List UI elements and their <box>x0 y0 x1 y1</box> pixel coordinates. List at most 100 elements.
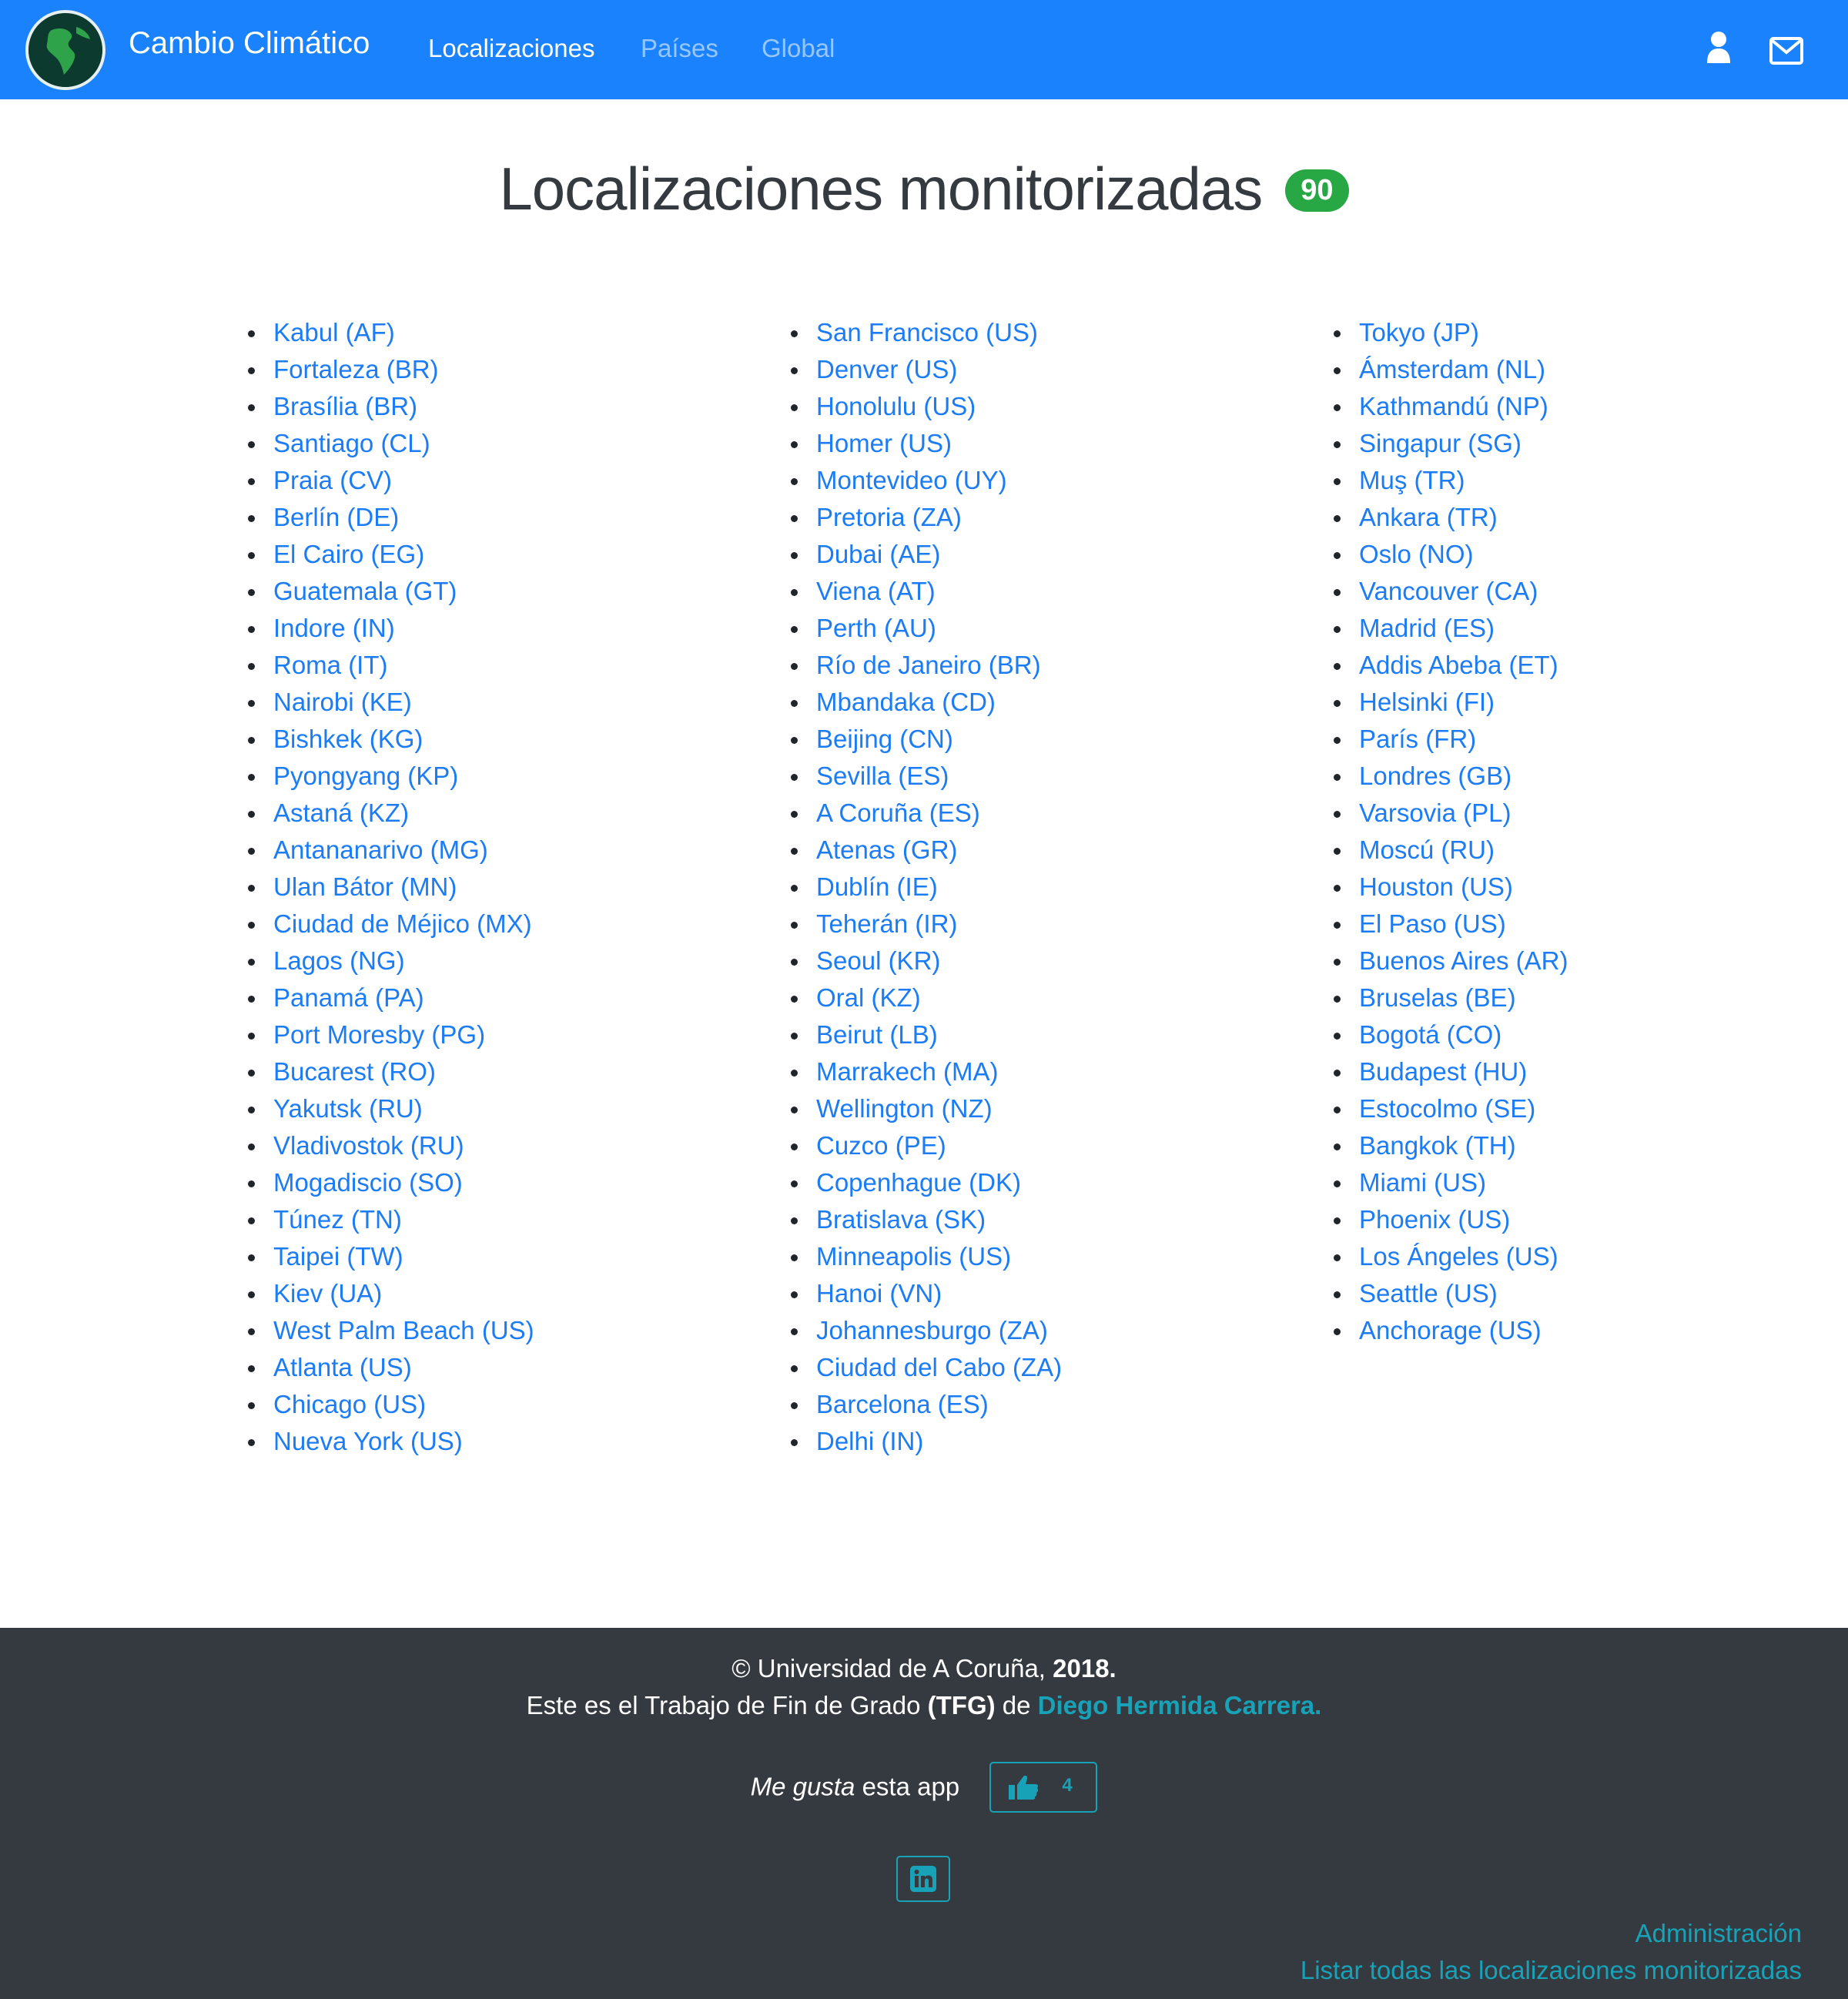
location-link[interactable]: Astaná (KZ) <box>273 799 409 827</box>
location-link[interactable]: West Palm Beach (US) <box>273 1316 534 1344</box>
location-link[interactable]: Dublín (IE) <box>816 872 938 901</box>
location-link[interactable]: Bishkek (KG) <box>273 725 423 753</box>
nav-global[interactable]: Global <box>762 34 835 63</box>
location-link[interactable]: Taipei (TW) <box>273 1242 403 1271</box>
location-link[interactable]: Madrid (ES) <box>1359 614 1495 642</box>
location-link[interactable]: París (FR) <box>1359 725 1476 753</box>
location-link[interactable]: Minneapolis (US) <box>816 1242 1011 1271</box>
location-link[interactable]: Brasília (BR) <box>273 392 417 420</box>
location-link[interactable]: Seattle (US) <box>1359 1279 1498 1308</box>
location-link[interactable]: Ankara (TR) <box>1359 503 1498 531</box>
location-link[interactable]: Budapest (HU) <box>1359 1057 1527 1086</box>
location-link[interactable]: Addis Abeba (ET) <box>1359 651 1558 679</box>
location-link[interactable]: Oslo (NO) <box>1359 540 1474 568</box>
location-link[interactable]: Port Moresby (PG) <box>273 1020 485 1049</box>
linkedin-button[interactable] <box>896 1856 950 1902</box>
location-link[interactable]: Perth (AU) <box>816 614 936 642</box>
location-link[interactable]: Moscú (RU) <box>1359 835 1495 864</box>
location-link[interactable]: Santiago (CL) <box>273 429 430 457</box>
location-link[interactable]: Río de Janeiro (BR) <box>816 651 1041 679</box>
location-link[interactable]: Phoenix (US) <box>1359 1205 1510 1234</box>
location-link[interactable]: Beijing (CN) <box>816 725 953 753</box>
location-link[interactable]: Bratislava (SK) <box>816 1205 986 1234</box>
location-link[interactable]: Ámsterdam (NL) <box>1359 355 1545 383</box>
location-link[interactable]: A Coruña (ES) <box>816 799 980 827</box>
location-link[interactable]: Johannesburgo (ZA) <box>816 1316 1048 1344</box>
location-link[interactable]: Cuzco (PE) <box>816 1131 946 1160</box>
location-link[interactable]: Helsinki (FI) <box>1359 688 1495 716</box>
location-link[interactable]: Nairobi (KE) <box>273 688 412 716</box>
location-link[interactable]: Pretoria (ZA) <box>816 503 962 531</box>
location-link[interactable]: Ciudad del Cabo (ZA) <box>816 1353 1062 1381</box>
user-icon[interactable] <box>1706 31 1732 69</box>
location-link[interactable]: Antananarivo (MG) <box>273 835 488 864</box>
globe-icon[interactable] <box>25 10 105 90</box>
location-link[interactable]: Varsovia (PL) <box>1359 799 1511 827</box>
location-link[interactable]: Teherán (IR) <box>816 909 957 938</box>
nav-paises[interactable]: Países <box>641 34 718 63</box>
location-link[interactable]: Homer (US) <box>816 429 952 457</box>
location-link[interactable]: Bruselas (BE) <box>1359 983 1516 1012</box>
location-link[interactable]: Houston (US) <box>1359 872 1513 901</box>
location-link[interactable]: San Francisco (US) <box>816 318 1038 347</box>
location-link[interactable]: Honolulu (US) <box>816 392 976 420</box>
location-link[interactable]: El Cairo (EG) <box>273 540 424 568</box>
location-link[interactable]: Delhi (IN) <box>816 1427 923 1455</box>
location-link[interactable]: Seoul (KR) <box>816 946 940 975</box>
location-link[interactable]: Praia (CV) <box>273 466 392 494</box>
location-link[interactable]: Mbandaka (CD) <box>816 688 996 716</box>
location-link[interactable]: Kathmandú (NP) <box>1359 392 1548 420</box>
location-link[interactable]: Buenos Aires (AR) <box>1359 946 1568 975</box>
location-link[interactable]: Indore (IN) <box>273 614 395 642</box>
location-link[interactable]: Beirut (LB) <box>816 1020 938 1049</box>
location-link[interactable]: Estocolmo (SE) <box>1359 1094 1535 1123</box>
location-link[interactable]: El Paso (US) <box>1359 909 1506 938</box>
location-link[interactable]: Ciudad de Méjico (MX) <box>273 909 532 938</box>
location-link[interactable]: Londres (GB) <box>1359 762 1512 790</box>
location-link[interactable]: Mogadiscio (SO) <box>273 1168 463 1197</box>
author-link[interactable]: Diego Hermida Carrera. <box>1038 1691 1322 1719</box>
location-link[interactable]: Denver (US) <box>816 355 957 383</box>
admin-link[interactable]: Administración <box>1635 1919 1802 1948</box>
location-link[interactable]: Nueva York (US) <box>273 1427 463 1455</box>
location-link[interactable]: Ulan Bátor (MN) <box>273 872 457 901</box>
location-link[interactable]: Anchorage (US) <box>1359 1316 1542 1344</box>
location-link[interactable]: Guatemala (GT) <box>273 577 457 605</box>
location-link[interactable]: Bucarest (RO) <box>273 1057 436 1086</box>
location-link[interactable]: Túnez (TN) <box>273 1205 402 1234</box>
location-link[interactable]: Chicago (US) <box>273 1390 426 1418</box>
like-button[interactable]: 4 <box>989 1762 1098 1813</box>
location-link[interactable]: Bogotá (CO) <box>1359 1020 1502 1049</box>
location-link[interactable]: Miami (US) <box>1359 1168 1486 1197</box>
location-link[interactable]: Muş (TR) <box>1359 466 1465 494</box>
location-link[interactable]: Fortaleza (BR) <box>273 355 439 383</box>
location-link[interactable]: Marrakech (MA) <box>816 1057 999 1086</box>
location-link[interactable]: Yakutsk (RU) <box>273 1094 423 1123</box>
location-link[interactable]: Roma (IT) <box>273 651 388 679</box>
location-link[interactable]: Singapur (SG) <box>1359 429 1522 457</box>
location-link[interactable]: Wellington (NZ) <box>816 1094 993 1123</box>
location-link[interactable]: Copenhague (DK) <box>816 1168 1021 1197</box>
location-link[interactable]: Kabul (AF) <box>273 318 395 347</box>
location-link[interactable]: Oral (KZ) <box>816 983 921 1012</box>
location-link[interactable]: Vancouver (CA) <box>1359 577 1538 605</box>
location-link[interactable]: Atenas (GR) <box>816 835 957 864</box>
location-link[interactable]: Bangkok (TH) <box>1359 1131 1516 1160</box>
location-link[interactable]: Tokyo (JP) <box>1359 318 1479 347</box>
location-link[interactable]: Montevideo (UY) <box>816 466 1007 494</box>
location-link[interactable]: Dubai (AE) <box>816 540 940 568</box>
location-link[interactable]: Atlanta (US) <box>273 1353 412 1381</box>
location-link[interactable]: Panamá (PA) <box>273 983 424 1012</box>
location-link[interactable]: Sevilla (ES) <box>816 762 949 790</box>
location-link[interactable]: Viena (AT) <box>816 577 936 605</box>
location-link[interactable]: Hanoi (VN) <box>816 1279 942 1308</box>
location-link[interactable]: Barcelona (ES) <box>816 1390 989 1418</box>
location-link[interactable]: Vladivostok (RU) <box>273 1131 464 1160</box>
envelope-icon[interactable] <box>1769 37 1803 69</box>
list-all-link[interactable]: Listar todas las localizaciones monitori… <box>1301 1956 1802 1985</box>
location-link[interactable]: Lagos (NG) <box>273 946 405 975</box>
location-link[interactable]: Berlín (DE) <box>273 503 399 531</box>
brand-title[interactable]: Cambio Climático <box>129 26 370 61</box>
location-link[interactable]: Kiev (UA) <box>273 1279 382 1308</box>
location-link[interactable]: Los Ángeles (US) <box>1359 1242 1558 1271</box>
